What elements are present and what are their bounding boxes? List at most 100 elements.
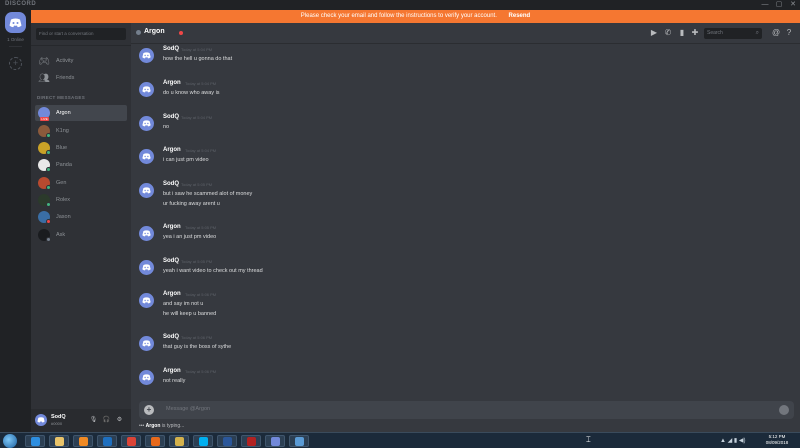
dm-k1ng[interactable]: K1ng [35, 123, 127, 139]
user-panel: SodQ #0000 🎙 🎧 ⚙ [31, 409, 131, 432]
home-button[interactable] [5, 12, 26, 33]
discord-logo-icon [142, 86, 151, 93]
avatar[interactable] [139, 82, 154, 97]
resend-link[interactable]: Resend [509, 13, 531, 19]
avatar[interactable] [139, 370, 154, 385]
message-author[interactable]: SodQ [163, 181, 179, 187]
message-author[interactable]: Argon [163, 224, 181, 230]
avatar[interactable] [139, 149, 154, 164]
message-text: how the hell u gonna do that [163, 56, 233, 62]
message-text: do u know who away is [163, 90, 220, 96]
voice-call-icon[interactable]: ✆ [663, 28, 673, 38]
add-server-button[interactable]: + [9, 57, 22, 70]
message-text: ur fucking away arent u [163, 201, 220, 207]
taskbar-game-icon[interactable] [241, 435, 261, 447]
message-author[interactable]: SodQ [163, 258, 179, 264]
message-author[interactable]: Argon [163, 368, 181, 374]
chrome-glyph [126, 436, 136, 446]
video-call-icon[interactable]: ▶ [649, 28, 659, 38]
avatar[interactable] [139, 293, 154, 308]
dm-ask[interactable]: Ask [35, 227, 127, 243]
discord-window: DISCORD — ▢ ✕ Please check your email an… [0, 0, 800, 432]
emoji-icon[interactable] [779, 405, 789, 415]
dm-rolex[interactable]: Rolex [35, 192, 127, 208]
live-badge: LIVE [40, 117, 49, 121]
avatar[interactable] [139, 48, 154, 63]
taskbar-editor-icon[interactable] [145, 435, 165, 447]
dm-gen[interactable]: Gen [35, 175, 127, 191]
media-player-glyph [78, 436, 88, 446]
minimize-button[interactable]: — [758, 0, 772, 10]
taskbar-discord-icon[interactable] [265, 435, 285, 447]
taskbar-word-icon[interactable] [217, 435, 237, 447]
message-timestamp: Today at 5:06 PM [185, 369, 217, 374]
message-author[interactable]: SodQ [163, 334, 179, 340]
dm-jason[interactable]: Jason [35, 209, 127, 225]
avatar[interactable] [139, 183, 154, 198]
discord-logo-icon [37, 417, 45, 423]
nav-friends[interactable]: 👥︎ Friends [35, 71, 127, 85]
taskbar-clock[interactable]: 5:12 PM 08/09/2018 [758, 434, 796, 446]
message-text: not really [163, 378, 186, 384]
word-glyph [222, 436, 232, 446]
message-composer[interactable]: + Message @Argon [139, 401, 794, 419]
message-text: but i saw he scammed alot of money [163, 191, 253, 197]
avatar [38, 211, 51, 224]
headset-icon[interactable]: 🎧 [102, 416, 111, 425]
avatar[interactable] [139, 226, 154, 241]
system-tray[interactable]: ▲ ◢ ▮ ◀) [720, 437, 745, 444]
status-indicator [46, 150, 51, 155]
add-friend-icon[interactable]: ✚ [690, 28, 700, 38]
discord-logo-icon [142, 187, 151, 194]
avatar[interactable] [139, 336, 154, 351]
taskbar-chrome-icon[interactable] [121, 435, 141, 447]
taskbar-viewer-icon[interactable] [289, 435, 309, 447]
taskbar-file-explorer-icon[interactable] [49, 435, 69, 447]
close-button[interactable]: ✕ [786, 0, 800, 10]
discord-logo-icon [142, 153, 151, 160]
taskbar-ie-alt-icon[interactable] [97, 435, 117, 447]
channel-name: Argon [144, 28, 165, 35]
avatar [38, 159, 51, 172]
microphone-icon[interactable]: 🎙 [89, 416, 98, 425]
settings-gear-icon[interactable]: ⚙ [115, 416, 124, 425]
taskbar-skype-icon[interactable] [193, 435, 213, 447]
mentions-icon[interactable]: @ [771, 28, 781, 38]
search-icon: ⌕ [755, 30, 759, 36]
dm-argon[interactable]: LIVE Argon [35, 105, 127, 121]
taskbar-media-player-icon[interactable] [73, 435, 93, 447]
avatar: LIVE [38, 107, 50, 121]
text-cursor-icon: ⌶ [586, 435, 591, 444]
search-placeholder: Search [707, 30, 723, 36]
discord-glyph [270, 436, 280, 446]
find-conversation-input[interactable]: Find or start a conversation [36, 28, 126, 40]
message-author[interactable]: Argon [163, 291, 181, 297]
message-author[interactable]: Argon [163, 80, 181, 86]
guild-separator [9, 46, 22, 47]
verify-email-banner: Please check your email and follow the i… [31, 10, 800, 23]
avatar[interactable] [139, 260, 154, 275]
chat-area: Argon ▶ ✆ ▮ ✚ Search ⌕ @ ? SodQ Today at … [131, 23, 800, 432]
message-author[interactable]: Argon [163, 147, 181, 153]
dm-blue[interactable]: Blue [35, 140, 127, 156]
user-avatar[interactable] [35, 414, 47, 426]
upload-plus-icon[interactable]: + [144, 405, 154, 415]
avatar[interactable] [139, 116, 154, 131]
friends-icon: 👥︎ [38, 73, 50, 83]
dm-panda[interactable]: Panda [35, 157, 127, 173]
message-author[interactable]: SodQ [163, 114, 179, 120]
search-input[interactable]: Search ⌕ [704, 28, 762, 39]
discord-logo-icon [142, 374, 151, 381]
taskbar-folder-icon[interactable] [169, 435, 189, 447]
discord-logo-icon [142, 52, 151, 59]
nav-activity[interactable]: 🎮︎ Activity [35, 54, 127, 68]
start-button[interactable] [3, 434, 17, 448]
taskbar-internet-explorer-icon[interactable] [25, 435, 45, 447]
pinned-messages-icon[interactable]: ▮ [677, 28, 687, 38]
message-text: yea i an just pm video [163, 234, 217, 240]
avatar [38, 229, 51, 242]
maximize-button[interactable]: ▢ [772, 0, 786, 10]
avatar [38, 142, 51, 155]
message-author[interactable]: SodQ [163, 46, 179, 52]
help-icon[interactable]: ? [784, 28, 794, 38]
